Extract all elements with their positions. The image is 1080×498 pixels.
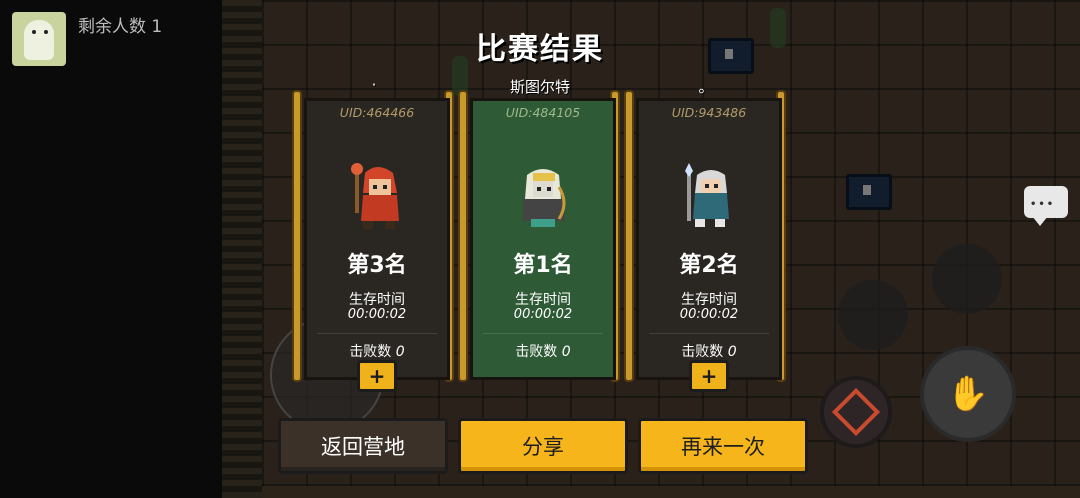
player-uid: UID:943486 [671, 105, 747, 120]
survival-time: 00:00:02 [347, 307, 407, 322]
kills-value: 0 [561, 344, 571, 360]
add-friend-button[interactable]: + [689, 360, 729, 392]
divider [483, 333, 603, 334]
rank-label: 第3名 [347, 253, 407, 278]
rogue-sprite-icon [523, 169, 566, 227]
interact-button[interactable]: ✋ [920, 346, 1016, 442]
floor-border [262, 486, 1080, 498]
survival-label: 生存时间 [349, 292, 405, 308]
player-uid: UID:464466 [339, 105, 415, 120]
rank-label: 第2名 [679, 253, 739, 278]
kills-value: 0 [727, 344, 737, 360]
play-again-button[interactable]: 再来一次 [638, 418, 808, 474]
plus-icon: + [368, 364, 386, 388]
skill-diamond-icon [831, 387, 881, 437]
player-name: · [371, 76, 377, 94]
kills-value: 0 [395, 344, 405, 360]
kills-label: 击败数 [681, 344, 724, 360]
player-name: 斯图尔特 [509, 78, 570, 96]
plus-icon: + [700, 364, 718, 388]
results-title: 比赛结果 [476, 32, 604, 67]
survival-label: 生存时间 [515, 292, 571, 308]
card-frame-left [294, 92, 300, 380]
player-card-rank1: UID:484105 第1名 生存时间 00:00:02 击败数 0 [470, 98, 616, 380]
skill-button[interactable] [820, 376, 892, 448]
card-frame-left [626, 92, 632, 380]
share-button[interactable]: 分享 [458, 418, 628, 474]
weapon-switch-button[interactable] [932, 244, 1002, 314]
player-card-rank3: UID:464466 第3名 生存时间 00:00:02 击败数 0 [304, 98, 450, 380]
kills-label: 击败数 [349, 344, 392, 360]
wizard-red-sprite-icon [351, 163, 399, 229]
survival-label: 生存时间 [681, 292, 737, 308]
divider [317, 333, 437, 334]
mage-blue-sprite-icon [685, 163, 729, 227]
divider [649, 333, 769, 334]
survival-time: 00:00:02 [513, 307, 573, 322]
player-name: 。 [698, 78, 714, 96]
secondary-button[interactable] [838, 280, 908, 350]
rank-label: 第1名 [513, 253, 573, 278]
hand-icon: ✋ [946, 374, 990, 414]
kills-row: 击败数 0 [639, 341, 779, 361]
kills-row: 击败数 0 [307, 341, 447, 361]
back-to-camp-button[interactable]: 返回营地 [278, 418, 448, 474]
kills-label: 击败数 [515, 344, 558, 360]
add-friend-button[interactable]: + [357, 360, 397, 392]
player-uid: UID:484105 [505, 105, 581, 120]
wall-strip [222, 0, 262, 498]
chat-bubble-icon[interactable]: ••• [1024, 186, 1068, 226]
survival-time: 00:00:02 [679, 307, 739, 322]
player-card-rank2: UID:943486 第2名 生存时间 00:00:02 击败数 0 [636, 98, 782, 380]
kills-row: 击败数 0 [473, 341, 613, 361]
card-frame-left [460, 92, 466, 380]
